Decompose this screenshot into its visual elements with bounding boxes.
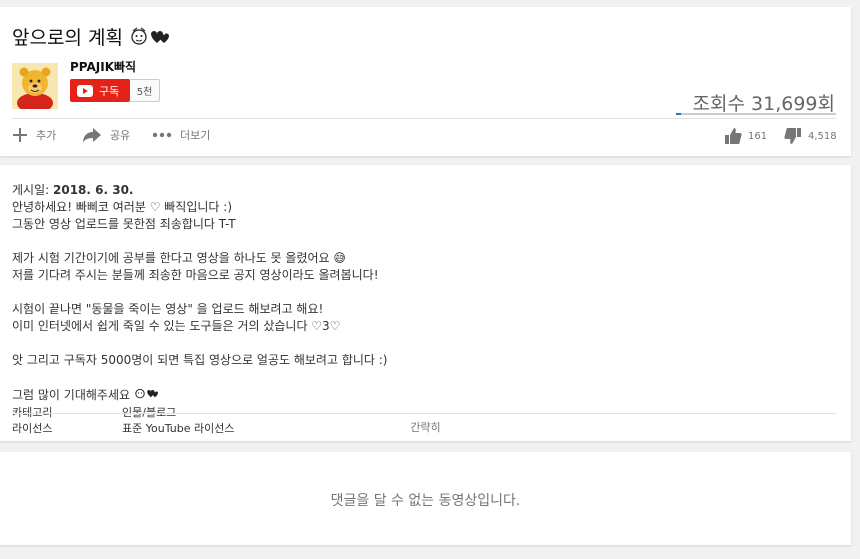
description-line: 이미 인터넷에서 쉽게 죽일 수 있는 도구들은 거의 샀습니다 ♡3♡	[12, 319, 341, 333]
description-line-text: 그럼 많이 기대해주세요	[12, 388, 131, 402]
title-emoji-icon	[129, 25, 169, 52]
channel-name[interactable]: PPAJIK빠직	[70, 58, 136, 75]
add-to-button[interactable]: 추가	[12, 125, 56, 145]
sentiment-bar-fill	[676, 113, 682, 115]
description-gap	[12, 369, 388, 386]
subscribe-label: 구독	[99, 84, 120, 98]
description-line: 저를 기다려 주시는 분들께 죄송한 마음으로 공지 영상이라도 올려봅니다!	[12, 268, 379, 282]
view-count: 조회수 31,699회	[692, 93, 835, 115]
video-header-card: 앞으로의 계획 PPAJIK빠직 구독 5천 조회수 31,699회 추가 공유…	[0, 7, 851, 156]
published-date-value: 2018. 6. 30.	[53, 183, 134, 197]
description-line: 시험이 끝나면 "동물을 죽이는 영상" 을 업로드 해보려고 해요!	[12, 302, 324, 316]
description-gap	[12, 284, 388, 301]
description-divider	[12, 413, 836, 414]
description-line: 제가 시험 기간이기에 공부를 한다고 영상을 하나도 못 올렸어요 😅	[12, 251, 346, 265]
channel-avatar[interactable]	[12, 63, 58, 109]
published-prefix: 게시일:	[12, 183, 50, 197]
thumbs-down-icon	[784, 128, 801, 144]
like-count: 161	[748, 130, 768, 142]
description-line: 안녕하세요! 빠삐코 여러분 ♡ 빠직입니다 :)	[12, 200, 233, 214]
header-divider	[12, 118, 836, 119]
show-less-button[interactable]: 간략히	[0, 419, 851, 435]
dislike-count: 4,518	[808, 130, 837, 142]
video-title: 앞으로의 계획	[12, 23, 169, 52]
description-gap	[12, 335, 388, 352]
published-date: 게시일: 2018. 6. 30.	[12, 182, 388, 199]
subscribe-button[interactable]: 구독	[70, 79, 130, 102]
youtube-play-icon	[77, 84, 93, 97]
more-button[interactable]: 더보기	[152, 125, 210, 145]
more-label: 더보기	[180, 129, 211, 142]
video-title-text: 앞으로의 계획	[12, 27, 123, 49]
description-card: 게시일: 2018. 6. 30. 안녕하세요! 빠삐코 여러분 ♡ 빠직입니다…	[0, 165, 851, 441]
comments-disabled-message: 댓글을 달 수 없는 동영상입니다.	[330, 493, 521, 509]
description-gap	[12, 233, 388, 250]
subscriber-count: 5천	[130, 79, 160, 102]
add-label: 추가	[36, 129, 57, 142]
comments-card: 댓글을 달 수 없는 동영상입니다.	[0, 452, 851, 545]
dots-icon	[152, 132, 172, 138]
description: 게시일: 2018. 6. 30. 안녕하세요! 빠삐코 여러분 ♡ 빠직입니다…	[12, 182, 388, 437]
description-line: 앗 그리고 구독자 5000명이 되면 특집 영상으로 얼공도 해보려고 합니다…	[12, 353, 388, 367]
thumbs-up-icon	[725, 128, 742, 144]
description-line: 그동안 영상 업로드를 못한점 죄송합니다 T-T	[12, 217, 236, 231]
share-button[interactable]: 공유	[82, 125, 130, 145]
share-label: 공유	[110, 129, 131, 142]
closing-emoji-icon	[134, 386, 158, 405]
dislike-button[interactable]: 4,518	[784, 126, 837, 146]
description-line-last: 그럼 많이 기대해주세요	[12, 386, 388, 405]
share-arrow-icon	[83, 128, 101, 143]
sentiment-bar	[676, 113, 836, 115]
like-button[interactable]: 161	[724, 126, 767, 146]
plus-icon	[13, 128, 27, 142]
